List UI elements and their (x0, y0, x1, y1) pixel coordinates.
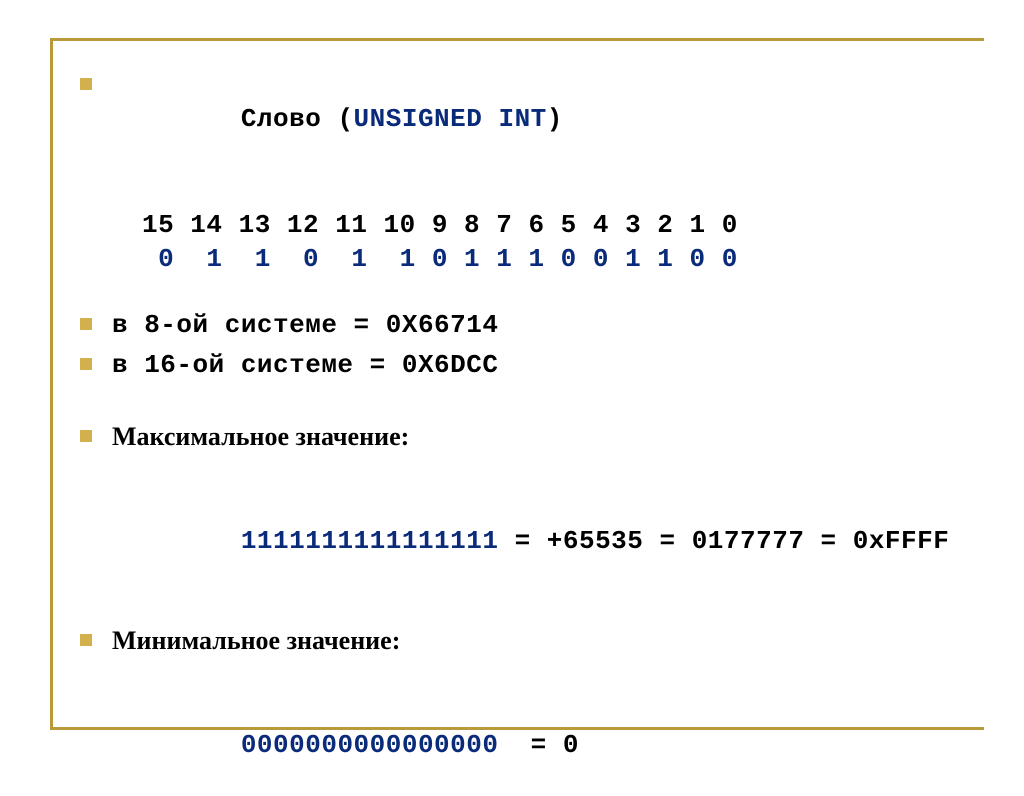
max-rest: = +65535 = 0177777 = 0xFFFF (498, 526, 949, 556)
spacer (80, 664, 984, 694)
spacer (80, 176, 984, 208)
slide: Слово (UNSIGNED INT) 15 14 13 12 11 10 9… (0, 0, 1024, 768)
heading-line: Слово (UNSIGNED INT) (112, 68, 563, 170)
min-value: 0000000000000000 = 0 (112, 694, 984, 796)
bullet-row-max: Максимальное значение: (80, 420, 984, 454)
hex-line: в 16-ой системе = 0X6DCC (112, 348, 498, 382)
min-bits: 0000000000000000 (241, 730, 499, 760)
bit-block: 15 14 13 12 11 10 9 8 7 6 5 4 3 2 1 0 0 … (80, 208, 984, 276)
bullet-row-min: Минимальное значение: (80, 624, 984, 658)
min-rest: = 0 (498, 730, 579, 760)
max-value-line: 1111111111111111 = +65535 = 0177777 = 0x… (80, 490, 984, 592)
bullet-row-heading: Слово (UNSIGNED INT) (80, 68, 984, 170)
spacer (80, 388, 984, 420)
square-bullet-icon (80, 634, 92, 646)
slide-content: Слово (UNSIGNED INT) 15 14 13 12 11 10 9… (50, 48, 984, 796)
heading-type: UNSIGNED INT (354, 104, 547, 134)
max-value: 1111111111111111 = +65535 = 0177777 = 0x… (112, 490, 984, 592)
square-bullet-icon (80, 318, 92, 330)
spacer (80, 276, 984, 308)
bit-values: 0 1 1 0 1 1 0 1 1 1 0 0 1 1 0 0 (142, 242, 984, 276)
min-label: Минимальное значение: (112, 624, 400, 658)
bullet-row-hex: в 16-ой системе = 0X6DCC (80, 348, 984, 382)
max-label: Максимальное значение: (112, 420, 409, 454)
spacer (80, 460, 984, 490)
max-bits: 1111111111111111 (241, 526, 499, 556)
square-bullet-icon (80, 430, 92, 442)
heading-close: ) (547, 104, 563, 134)
square-bullet-icon (80, 358, 92, 370)
heading-word: Слово ( (241, 104, 354, 134)
square-bullet-icon (80, 78, 92, 90)
min-value-line: 0000000000000000 = 0 (80, 694, 984, 796)
frame-border-top (50, 38, 984, 41)
bit-indices: 15 14 13 12 11 10 9 8 7 6 5 4 3 2 1 0 (142, 208, 984, 242)
spacer (80, 592, 984, 624)
bullet-row-octal: в 8-ой системе = 0X66714 (80, 308, 984, 342)
octal-line: в 8-ой системе = 0X66714 (112, 308, 498, 342)
